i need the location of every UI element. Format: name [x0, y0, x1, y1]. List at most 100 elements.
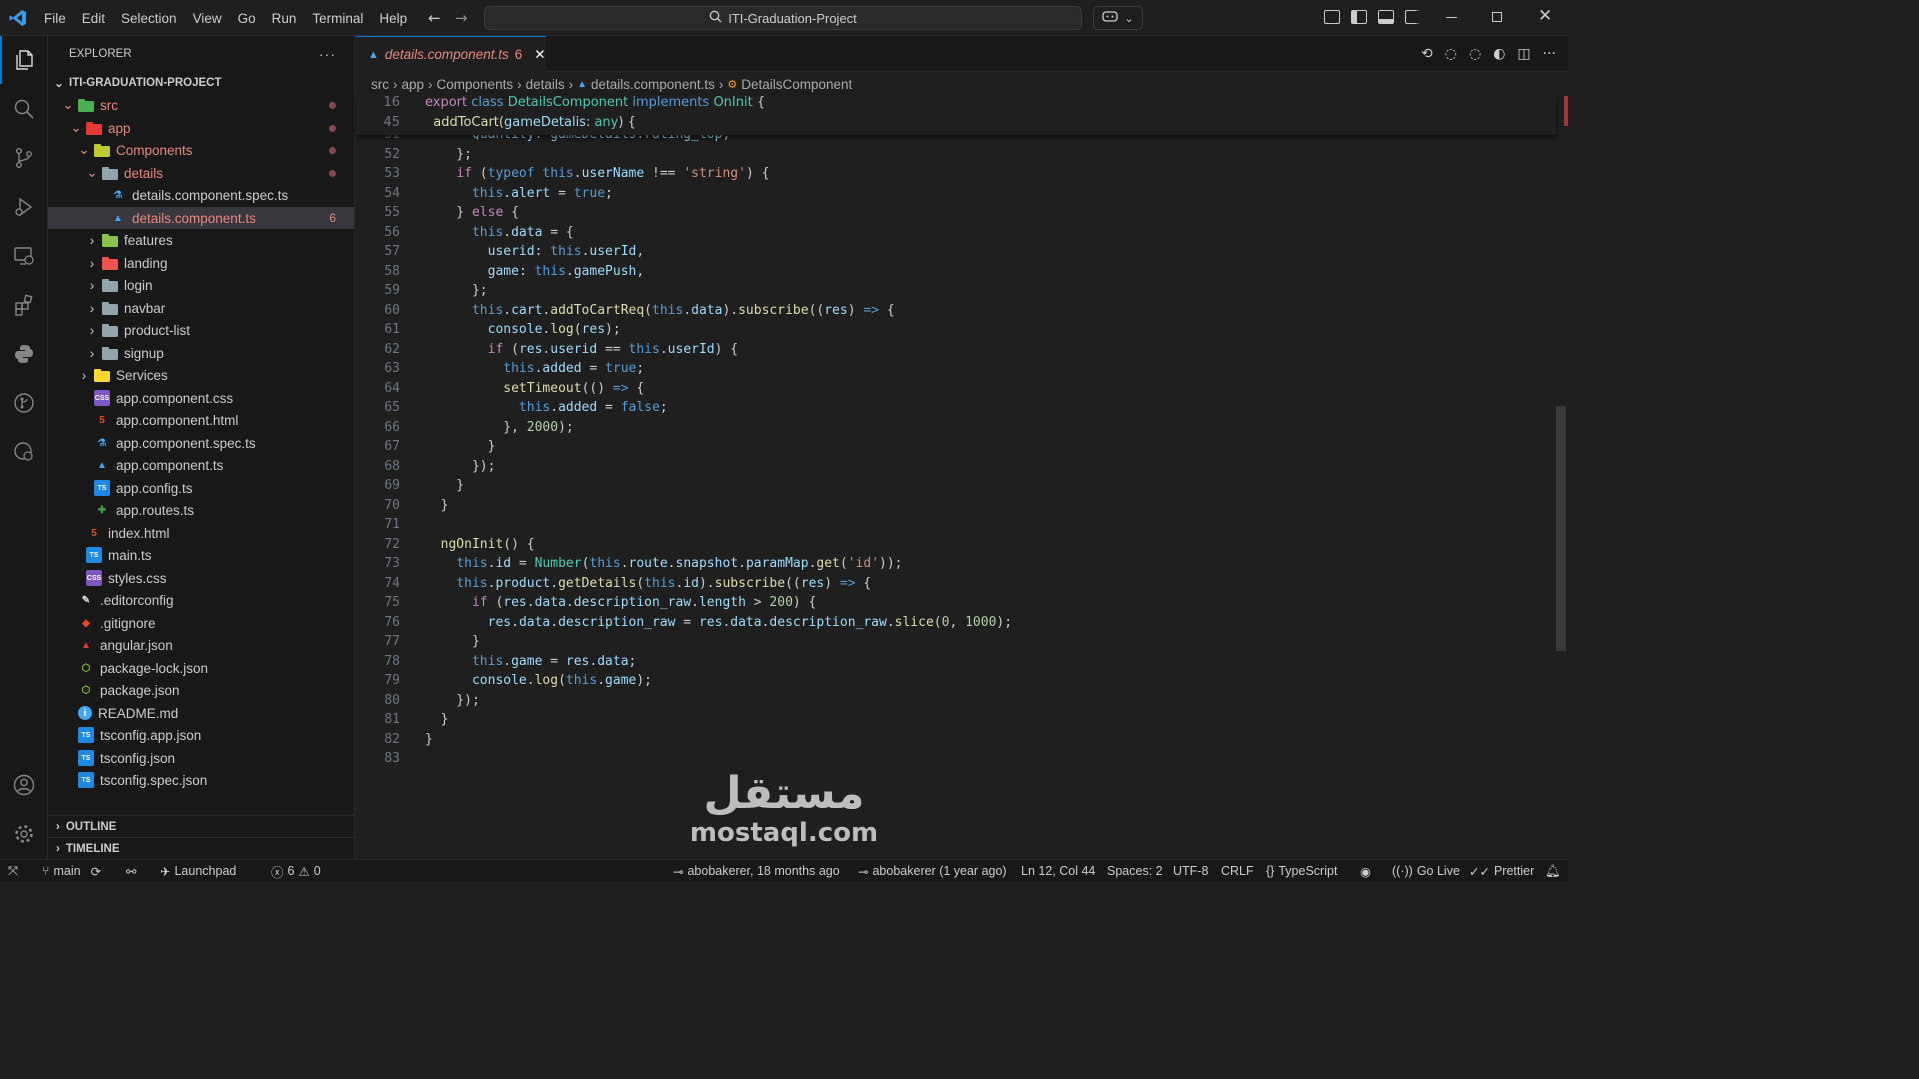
toggle-secondary-sidebar-icon[interactable] — [1405, 10, 1421, 24]
tree-file-tsconfig[interactable]: TS tsconfig.json — [48, 747, 354, 769]
code-line[interactable]: 57 userid: this.userId, — [356, 244, 1546, 264]
menu-edit[interactable]: Edit — [74, 11, 113, 26]
python-icon[interactable] — [0, 330, 48, 378]
code-line[interactable]: 61 console.log(res); — [356, 322, 1546, 342]
code-line[interactable]: 56 this.data = { — [356, 225, 1546, 245]
gitlens-inspect-icon[interactable] — [0, 428, 48, 476]
tree-folder-navbar[interactable]: › navbar — [48, 297, 354, 319]
split-editor-icon[interactable]: ◫ — [1517, 46, 1530, 62]
code-line[interactable]: 82} — [356, 732, 1546, 752]
code-line[interactable]: 64 setTimeout(() => { — [356, 381, 1546, 401]
blame-file-status[interactable]: ⊸ abobakerer (1 year ago) — [858, 860, 1007, 882]
outline-section[interactable]: › OUTLINE — [48, 815, 354, 837]
notifications-bell-icon[interactable]: 🔔︎ — [1545, 860, 1561, 882]
tree-folder-signup[interactable]: › signup — [48, 342, 354, 364]
tree-file-app-html[interactable]: 5 app.component.html — [48, 409, 354, 431]
tree-file-details-spec[interactable]: ⚗ details.component.spec.ts — [48, 184, 354, 206]
eol-status[interactable]: CRLF — [1221, 860, 1254, 882]
code-line[interactable]: 45 addToCart(gameDetalis: any) { — [356, 115, 1546, 135]
tree-folder-services[interactable]: › Services — [48, 364, 354, 386]
launchpad-status[interactable]: ✈ Launchpad — [160, 860, 236, 882]
tree-folder-src[interactable]: ⌄ src — [48, 94, 354, 116]
code-line[interactable]: 78 this.game = res.data; — [356, 654, 1546, 674]
code-line[interactable]: 70 } — [356, 498, 1546, 518]
tree-file-readme[interactable]: i README.md — [48, 702, 354, 724]
tree-file-styles-css[interactable]: CSS styles.css — [48, 567, 354, 589]
code-line[interactable]: 72 ngOnInit() { — [356, 537, 1546, 557]
extensions-icon[interactable] — [0, 281, 48, 329]
code-line[interactable]: 66 }, 2000); — [356, 420, 1546, 440]
timeline-section[interactable]: › TIMELINE — [48, 837, 354, 859]
previous-change-icon[interactable]: ◌ — [1445, 46, 1457, 62]
close-window-icon[interactable]: ✕ — [1538, 6, 1552, 26]
more-actions-icon[interactable]: ··· — [319, 46, 336, 62]
code-line[interactable]: 81 } — [356, 712, 1546, 732]
code-line[interactable]: 68 }); — [356, 459, 1546, 479]
editor-scrollbar[interactable] — [1554, 96, 1568, 859]
code-line[interactable]: 54 this.alert = true; — [356, 186, 1546, 206]
breadcrumb-file[interactable]: details.component.ts — [591, 77, 715, 92]
restore-icon[interactable] — [1492, 12, 1502, 22]
code-line[interactable]: 71 — [356, 517, 1546, 537]
menu-run[interactable]: Run — [264, 11, 305, 26]
workspace-root[interactable]: ⌄ ITI-GRADUATION-PROJECT — [48, 72, 354, 94]
code-line[interactable]: 65 this.added = false; — [356, 400, 1546, 420]
code-line[interactable]: 76 res.data.description_raw = res.data.d… — [356, 615, 1546, 635]
code-line[interactable]: 63 this.added = true; — [356, 361, 1546, 381]
tree-folder-product-list[interactable]: › product-list — [48, 319, 354, 341]
menu-selection[interactable]: Selection — [113, 11, 185, 26]
code-line[interactable]: 77 } — [356, 634, 1546, 654]
tree-file-package-json[interactable]: ⬡ package.json — [48, 679, 354, 701]
code-line[interactable]: 16 export class DetailsComponent implemen… — [356, 95, 1546, 115]
tree-folder-landing[interactable]: › landing — [48, 252, 354, 274]
code-line[interactable]: 58 game: this.gamePush, — [356, 264, 1546, 284]
account-icon[interactable] — [0, 761, 48, 809]
customize-layout-icon[interactable] — [1324, 10, 1340, 24]
settings-gear-icon[interactable] — [0, 810, 48, 858]
tree-file-details-component[interactable]: ▲ details.component.ts 6 — [48, 207, 354, 229]
next-change-icon[interactable]: ◌ — [1469, 46, 1481, 62]
remote-explorer-icon[interactable] — [0, 232, 48, 280]
code-line[interactable]: 67 } — [356, 439, 1546, 459]
tree-folder-features[interactable]: › features — [48, 229, 354, 251]
breadcrumb-details[interactable]: details — [526, 77, 565, 92]
tree-file-app-css[interactable]: CSS app.component.css — [48, 387, 354, 409]
breadcrumb-src[interactable]: src — [371, 77, 389, 92]
source-control-icon[interactable] — [0, 134, 48, 182]
search-view-icon[interactable] — [0, 85, 48, 133]
more-actions-icon[interactable]: ··· — [1543, 46, 1556, 62]
menu-help[interactable]: Help — [371, 11, 415, 26]
toggle-panel-icon[interactable] — [1378, 10, 1394, 24]
branch-status[interactable]: ⑂ main ⟳ — [42, 860, 101, 882]
tree-file-gitignore[interactable]: ◆ .gitignore — [48, 612, 354, 634]
forward-arrow-icon[interactable]: → — [455, 9, 468, 27]
tree-file-index-html[interactable]: 5 index.html — [48, 522, 354, 544]
close-tab-icon[interactable]: ✕ — [534, 47, 545, 63]
code-line[interactable]: 59 }; — [356, 283, 1546, 303]
tree-folder-details[interactable]: ⌄ details — [48, 162, 354, 184]
explorer-icon[interactable] — [0, 36, 48, 84]
remote-indicator-icon[interactable]: ⤧ — [8, 860, 18, 882]
problems-status[interactable]: ⓧ 6 ⚠ 0 — [271, 860, 321, 882]
menu-file[interactable]: File — [36, 11, 74, 26]
tree-file-main-ts[interactable]: TS main.ts — [48, 544, 354, 566]
code-line[interactable]: 83 — [356, 751, 1546, 771]
tree-file-angular-json[interactable]: ▲ angular.json — [48, 634, 354, 656]
copilot-status-icon[interactable]: ◉ — [1360, 860, 1371, 882]
run-debug-icon[interactable] — [0, 183, 48, 231]
code-line[interactable]: 79 console.log(this.game); — [356, 673, 1546, 693]
tree-file-package-lock[interactable]: ⬡ package-lock.json — [48, 657, 354, 679]
toggle-primary-sidebar-icon[interactable] — [1351, 10, 1367, 24]
code-line[interactable]: 74 this.product.getDetails(this.id).subs… — [356, 576, 1546, 596]
copilot-button[interactable]: ⌄ — [1093, 6, 1143, 30]
command-center[interactable]: ITI-Graduation-Project — [484, 6, 1082, 30]
encoding-status[interactable]: UTF-8 — [1173, 860, 1208, 882]
breadcrumb-symbol[interactable]: DetailsComponent — [741, 77, 852, 92]
open-changes-icon[interactable]: ⟲ — [1421, 46, 1433, 62]
menu-go[interactable]: Go — [230, 11, 264, 26]
code-line[interactable]: 60 this.cart.addToCartReq(this.data).sub… — [356, 303, 1546, 323]
menu-view[interactable]: View — [185, 11, 230, 26]
tree-file-app-config[interactable]: TS app.config.ts — [48, 477, 354, 499]
back-arrow-icon[interactable]: ← — [428, 9, 441, 27]
blame-line-status[interactable]: ⊸ abobakerer, 18 months ago — [673, 860, 840, 882]
